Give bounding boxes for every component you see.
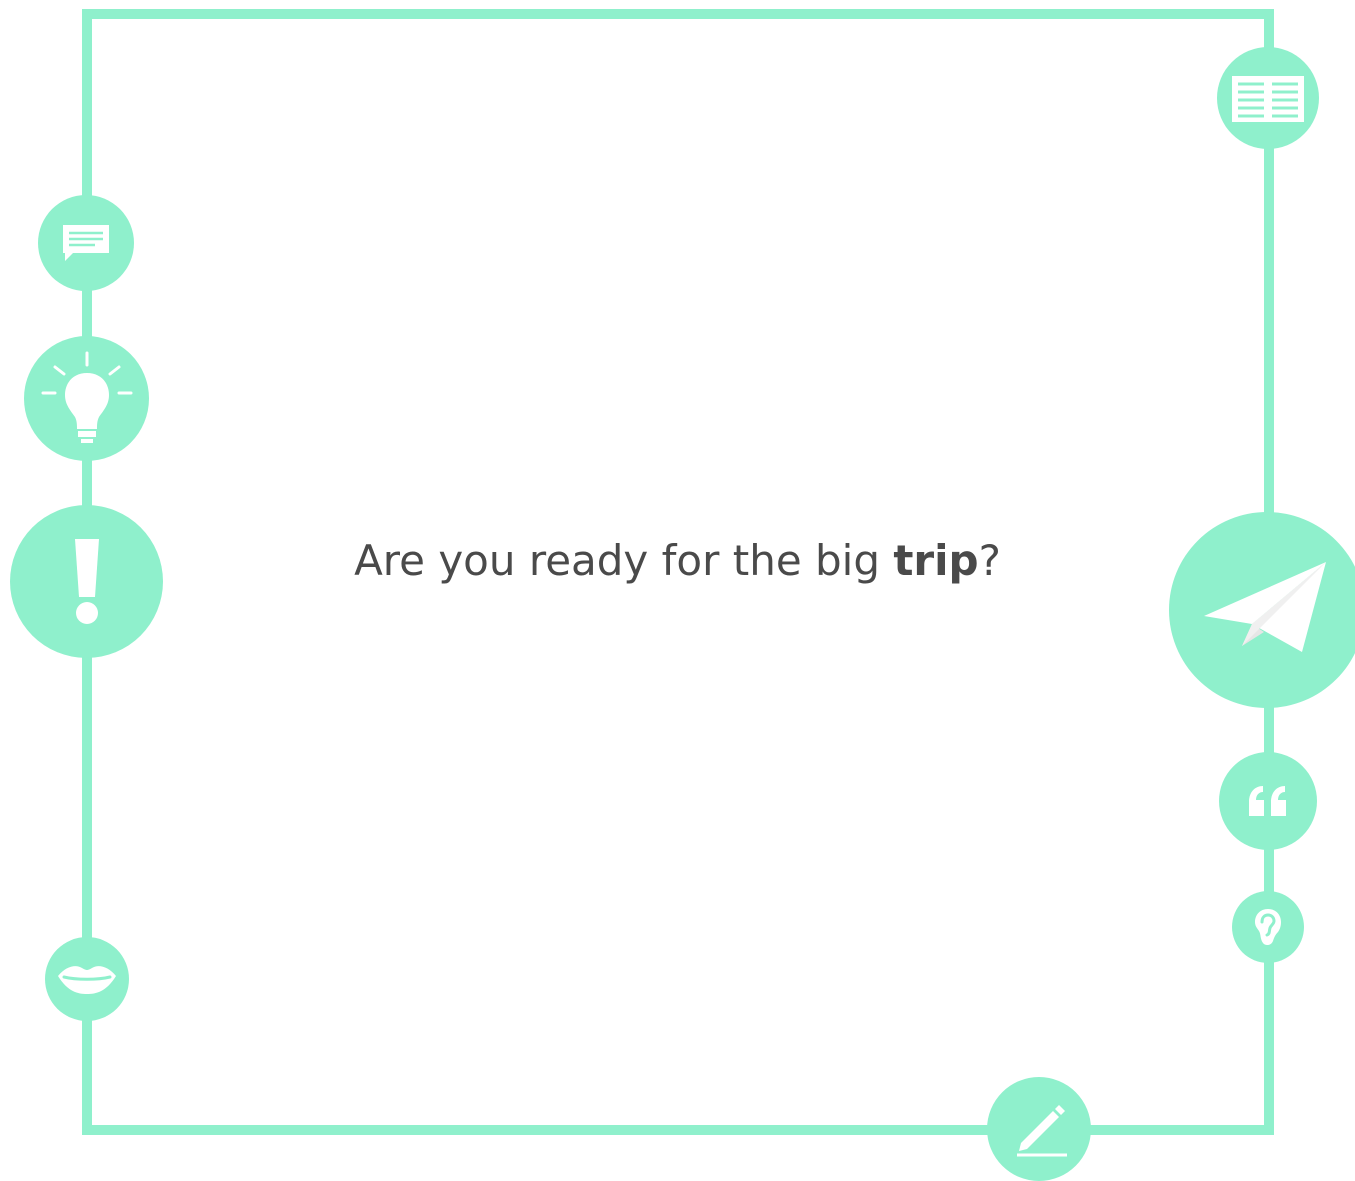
pencil-icon	[1017, 1105, 1067, 1157]
lightbulb-icon	[41, 351, 132, 443]
speech-bubble-badge	[38, 195, 134, 291]
lightbulb-badge	[24, 336, 149, 461]
ear-badge	[1232, 891, 1304, 963]
paper-plane-badge	[1169, 512, 1355, 708]
paper-plane-icon	[1204, 562, 1326, 652]
ear-icon	[1255, 909, 1281, 946]
book-badge	[1217, 47, 1319, 149]
quote-badge	[1219, 752, 1317, 850]
exclamation-badge	[10, 505, 163, 658]
lips-badge	[45, 937, 129, 1021]
headline-text: Are you ready for the big	[354, 536, 894, 585]
quote-icon	[1249, 786, 1286, 816]
headline-punctuation: ?	[978, 536, 1001, 585]
speech-bubble-icon	[63, 225, 109, 261]
headline-emphasis: trip	[893, 536, 979, 585]
headline: Are you ready for the big trip?	[0, 536, 1355, 585]
exclamation-icon	[74, 538, 99, 624]
lips-icon	[58, 966, 116, 994]
pencil-badge	[987, 1077, 1091, 1181]
book-icon	[1232, 76, 1304, 122]
